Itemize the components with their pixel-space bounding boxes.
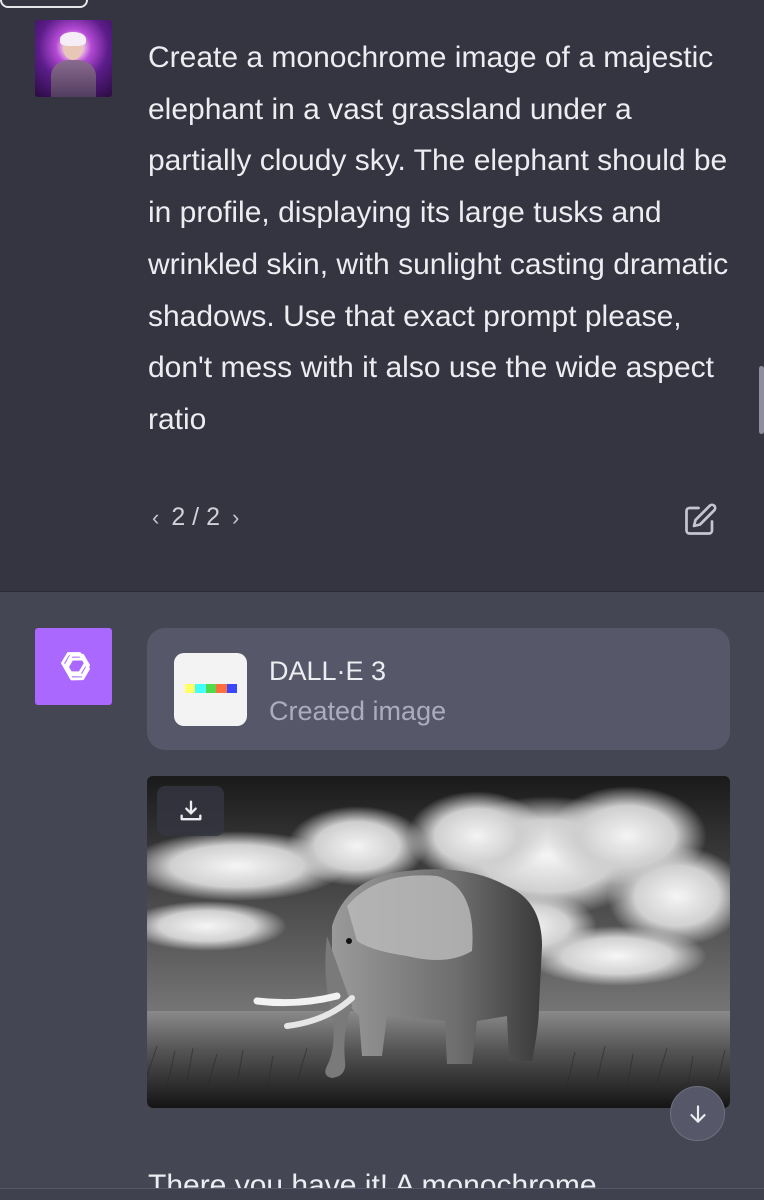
avatar-hair <box>60 32 86 46</box>
download-icon <box>180 800 201 821</box>
tool-title: DALL·E 3 <box>269 656 387 686</box>
arrow-down-icon <box>689 1104 706 1123</box>
chat-screen: Create a monochrome image of a majestic … <box>0 0 764 1200</box>
user-prompt-text: Create a monochrome image of a majestic … <box>148 41 729 436</box>
elephant-image <box>147 776 730 1108</box>
download-button[interactable] <box>157 786 224 836</box>
message-pager: ‹ 2 / 2 › <box>152 503 239 532</box>
dalle-thumbnail <box>174 653 247 726</box>
dalle-color-bar <box>185 684 238 693</box>
openai-logo-icon <box>60 651 90 680</box>
tool-subtitle: Created image <box>269 696 447 726</box>
generated-image[interactable] <box>147 776 730 1108</box>
user-avatar[interactable] <box>35 20 112 97</box>
dalle-tool-card[interactable]: DALL·E 3 Created image <box>147 628 730 750</box>
bottom-input-edge <box>0 1188 764 1200</box>
pager-prev-button[interactable]: ‹ <box>152 505 159 531</box>
top-button-edge[interactable] <box>0 0 88 8</box>
user-message: Create a monochrome image of a majestic … <box>0 12 764 592</box>
avatar-coat <box>51 60 96 97</box>
assistant-avatar <box>35 628 112 705</box>
edit-icon[interactable] <box>682 502 718 538</box>
scrollbar-thumb[interactable] <box>759 366 764 434</box>
scroll-to-bottom-button[interactable] <box>670 1086 725 1141</box>
pager-next-button[interactable]: › <box>232 505 239 531</box>
pager-label: 2 / 2 <box>171 503 220 531</box>
